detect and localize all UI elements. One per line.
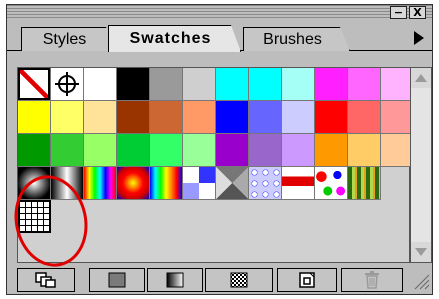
show-color-swatches-icon: [108, 272, 126, 288]
close-button[interactable]: X: [409, 6, 426, 19]
swatch-gradient-radial-black[interactable]: [18, 167, 51, 200]
show-gradient-swatches-icon: [166, 272, 184, 288]
swatch-color[interactable]: [18, 101, 51, 134]
swatch-pattern-confetti[interactable]: [315, 167, 348, 200]
scroll-down-arrow-icon: [415, 248, 427, 256]
swatch-color[interactable]: [84, 134, 117, 167]
swatch-color[interactable]: [282, 101, 315, 134]
scroll-up-arrow-icon: [415, 74, 427, 82]
swatch-color[interactable]: [117, 68, 150, 101]
resize-grip-icon: [414, 274, 430, 290]
show-pattern-swatches-button[interactable]: [205, 268, 273, 292]
swatch-color[interactable]: [315, 134, 348, 167]
swatch-gradient-rainbow[interactable]: [84, 167, 117, 200]
swatch-color[interactable]: [51, 134, 84, 167]
swatch-color[interactable]: [348, 68, 381, 101]
new-swatch-icon: [299, 272, 315, 288]
swatch-pattern-blue-circles[interactable]: [249, 167, 282, 200]
tab-brushes[interactable]: Brushes: [243, 27, 350, 51]
swatch-color[interactable]: [150, 101, 183, 134]
show-all-swatches-button[interactable]: [17, 268, 75, 292]
palette-tabs: Styles Swatches Brushes: [7, 23, 432, 51]
swatch-pattern-red-stripes[interactable]: [282, 167, 315, 200]
swatch-color[interactable]: [216, 68, 249, 101]
show-gradient-swatches-button[interactable]: [147, 268, 203, 292]
show-all-swatches-icon: [35, 272, 56, 288]
show-color-swatches-button[interactable]: [89, 268, 145, 292]
swatch-color[interactable]: [117, 134, 150, 167]
swatch-color[interactable]: [216, 134, 249, 167]
triangle-right-icon: [414, 31, 424, 45]
swatch-color[interactable]: [183, 68, 216, 101]
swatch-color[interactable]: [18, 134, 51, 167]
resize-grip[interactable]: [412, 272, 430, 290]
tab-styles[interactable]: Styles: [21, 27, 116, 51]
swatch-color[interactable]: [315, 101, 348, 134]
swatch-color[interactable]: [315, 68, 348, 101]
palette-bottom-toolbar: [7, 266, 432, 294]
swatch-gradient-radial-red[interactable]: [117, 167, 150, 200]
swatch-color[interactable]: [150, 134, 183, 167]
swatch-pattern-blue-tiles[interactable]: [183, 167, 216, 200]
palette-menu-button[interactable]: [410, 29, 428, 47]
swatches-palette: − X Styles Swatches Brushes: [6, 4, 433, 295]
minimize-button[interactable]: −: [390, 6, 407, 19]
swatch-gradient-linear-gray[interactable]: [51, 167, 84, 200]
swatch-color[interactable]: [84, 101, 117, 134]
scroll-down-button[interactable]: [411, 242, 431, 262]
swatch-color[interactable]: [282, 134, 315, 167]
swatch-registration[interactable]: [51, 68, 84, 101]
swatch-color[interactable]: [150, 68, 183, 101]
registration-target-icon: [55, 72, 79, 96]
swatch-pattern-gray-pyramid[interactable]: [216, 167, 249, 200]
new-swatch-button[interactable]: [277, 268, 337, 292]
palette-title-bar[interactable]: − X: [7, 5, 432, 20]
tab-swatches[interactable]: Swatches: [108, 25, 241, 52]
delete-swatch-button[interactable]: [341, 268, 403, 292]
swatch-color[interactable]: [249, 134, 282, 167]
scroll-up-button[interactable]: [411, 68, 431, 88]
swatch-pattern-grid[interactable]: [18, 200, 51, 233]
swatch-color[interactable]: [216, 101, 249, 134]
swatch-color[interactable]: [249, 68, 282, 101]
show-pattern-swatches-icon: [230, 272, 248, 288]
swatch-color[interactable]: [84, 68, 117, 101]
swatch-color[interactable]: [348, 134, 381, 167]
swatch-color[interactable]: [183, 101, 216, 134]
swatch-color[interactable]: [249, 101, 282, 134]
swatch-pattern-green-plants[interactable]: [348, 167, 381, 200]
swatch-color[interactable]: [51, 101, 84, 134]
swatch-grid: [17, 67, 414, 263]
swatch-none[interactable]: [18, 68, 51, 101]
delete-swatch-icon: [365, 271, 379, 289]
swatch-color[interactable]: [348, 101, 381, 134]
swatch-color[interactable]: [282, 68, 315, 101]
swatch-color[interactable]: [117, 101, 150, 134]
swatch-color[interactable]: [183, 134, 216, 167]
swatch-gradient-spectrum[interactable]: [150, 167, 183, 200]
vertical-scrollbar[interactable]: [410, 67, 432, 263]
